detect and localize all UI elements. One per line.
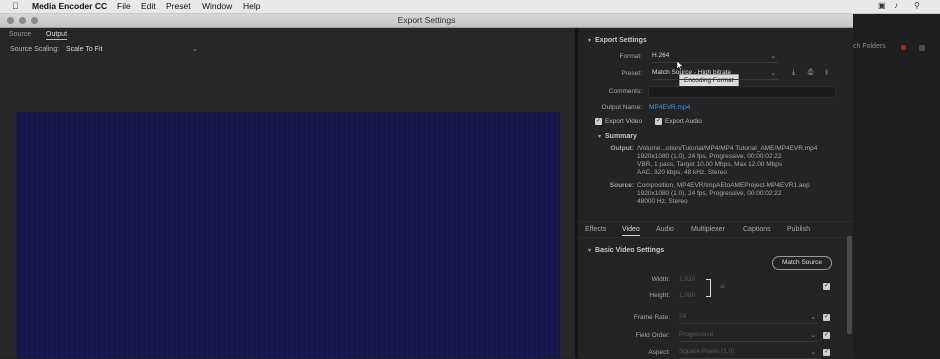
settings-tabs: Effects Video Audio Multiplexer Captions… [578,221,853,238]
frame-rate-label: Frame Rate: [633,314,670,321]
match-aspect-checkbox[interactable]: ✓ [823,349,830,356]
preview-panel: Source Output Source Scaling: Scale To F… [0,28,575,358]
import-preset-icon[interactable]: ⎙ [806,69,815,77]
frame-rate-value: 24 [679,313,687,320]
chevron-down-icon[interactable]: ⌄ [192,45,198,53]
format-value: H.264 [652,52,670,59]
export-settings-panel: ▾ Export Settings Format: H.264 ⌄ Encodin… [578,28,853,359]
match-source-button[interactable]: Match Source [772,256,832,270]
output-name-link[interactable]: MP4EVR.mp4 [649,104,690,111]
search-icon[interactable]: ⚲ [914,1,920,10]
background-app-panel: ch Folders [853,14,940,358]
width-value[interactable]: 1,920 [679,276,695,283]
preset-label: Preset: [621,70,642,77]
screen-mirror-icon[interactable]: ▣ [878,1,886,10]
output-name-label: Output Name: [601,104,642,111]
stop-icon [919,45,925,51]
export-video-checkbox[interactable]: ✓ [595,118,602,125]
match-dimensions-checkbox[interactable]: ✓ [823,283,830,290]
window-titlebar: Export Settings [0,14,853,28]
menu-edit[interactable]: Edit [141,1,156,11]
link-icon[interactable]: ≡ [720,282,725,291]
width-label: Width: [651,276,670,283]
field-order-label: Field Order: [635,332,670,339]
aspect-lock-bracket [706,279,711,297]
export-audio-label: Export Audio [665,118,702,125]
export-video-label: Export Video [605,118,643,125]
app-menu[interactable]: Media Encoder CC [32,1,107,11]
disclosure-triangle-icon[interactable]: ▾ [598,134,601,140]
export-settings-header[interactable]: ▾ Export Settings [588,37,647,44]
source-scaling-label: Source Scaling: [10,46,60,53]
field-order-value: Progressive [679,331,714,338]
menu-file[interactable]: File [117,1,131,11]
tab-source[interactable]: Source [9,31,31,38]
chevron-down-icon: ⌄ [810,314,816,321]
aspect-value: Square Pixels (1.0) [679,348,735,355]
tab-publish[interactable]: Publish [787,226,810,233]
save-preset-icon[interactable]: ⤓ [789,69,798,77]
chevron-down-icon: ⌄ [810,332,816,339]
volume-icon[interactable]: ♪ [894,1,898,10]
frame-rate-dropdown[interactable]: 24 ⌄ [679,313,818,324]
delete-preset-icon[interactable]: ▮ [822,69,831,77]
menu-preset[interactable]: Preset [166,1,191,11]
tab-video[interactable]: Video [622,226,640,236]
format-label: Format: [619,53,642,60]
comments-input[interactable] [648,86,836,98]
tab-captions[interactable]: Captions [743,226,771,233]
match-frame-rate-checkbox[interactable]: ✓ [823,314,830,321]
chevron-down-icon: ⌄ [810,349,816,356]
aspect-dropdown[interactable]: Square Pixels (1.0) ⌄ [679,348,818,359]
tab-effects[interactable]: Effects [585,226,606,233]
tab-output[interactable]: Output [46,31,68,40]
summary-header[interactable]: ▾ Summary [598,133,637,140]
height-label: Height: [649,292,670,299]
comments-label: Comments: [608,88,642,95]
aspect-label: Aspect: [648,349,670,356]
preset-dropdown[interactable]: Match Source - High bitrate ⌄ [652,69,778,80]
field-order-dropdown[interactable]: Progressive ⌄ [679,331,818,342]
chevron-down-icon: ⌄ [770,53,776,60]
window-title: Export Settings [397,15,456,25]
preview-tabs: Source Output [0,28,575,42]
basic-video-settings-header[interactable]: ▾ Basic Video Settings [588,247,664,254]
tab-audio[interactable]: Audio [656,226,674,233]
menu-help[interactable]: Help [243,1,260,11]
watch-folders-label: ch Folders [853,43,886,50]
summary-output-text: /Volume...otion/Tutorial/MP4/MP4 Tutoria… [637,145,818,176]
height-value[interactable]: 1,080 [679,292,695,299]
summary-output-label: Output: [610,145,634,152]
settings-scrollbar[interactable] [847,236,852,334]
source-scaling-row: Source Scaling: Scale To Fit ⌄ [0,42,575,56]
disclosure-triangle-icon[interactable]: ▾ [588,38,591,44]
disclosure-triangle-icon[interactable]: ▾ [588,248,591,254]
export-audio-checkbox[interactable]: ✓ [655,118,662,125]
apple-menu-icon[interactable]:  [12,1,19,11]
format-dropdown[interactable]: H.264 ⌄ [652,52,778,63]
video-preview [16,112,560,358]
chevron-down-icon: ⌄ [770,70,776,77]
menubar:  Media Encoder CC File Edit Preset Wind… [0,0,940,14]
source-scaling-dropdown[interactable]: Scale To Fit [66,46,102,53]
preset-value: Match Source - High bitrate [652,69,732,76]
menu-window[interactable]: Window [202,1,232,11]
summary-source-label: Source: [609,182,634,189]
summary-source-text: Composition, MP4EVR/tmpAEtoAMEProject-MP… [637,182,810,205]
tab-multiplexer[interactable]: Multiplexer [691,226,725,233]
record-icon [901,45,906,50]
match-field-order-checkbox[interactable]: ✓ [823,332,830,339]
